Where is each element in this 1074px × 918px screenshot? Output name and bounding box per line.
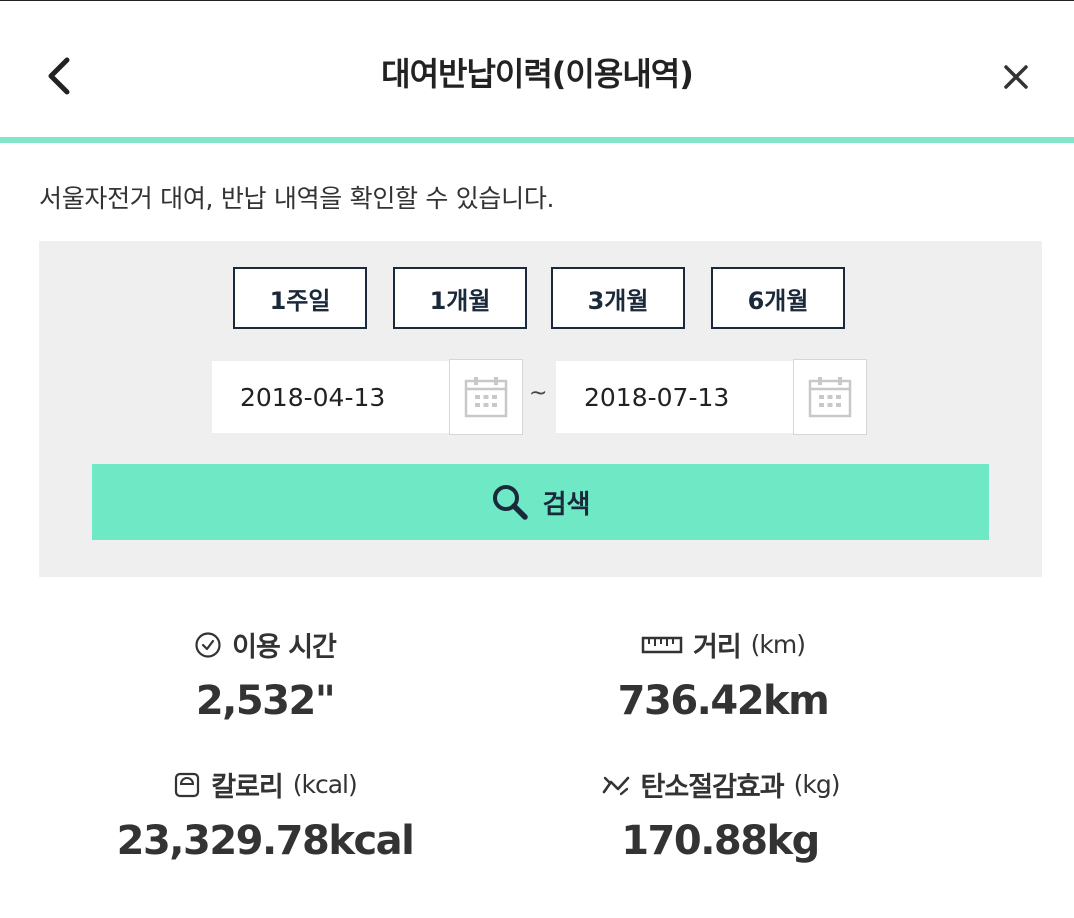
page-title: 대여반납이력(이용내역) [381, 55, 694, 93]
page-description: 서울자전거 대여, 반납 내역을 확인할 수 있습니다. [39, 184, 555, 213]
scale-icon [173, 771, 201, 799]
search-panel: 1주일 1개월 3개월 6개월 ~ [39, 241, 1042, 577]
ruler-icon [641, 634, 683, 656]
end-date-calendar-button[interactable] [793, 359, 867, 435]
usage-time-stat: 이용 시간 2,532" [45, 625, 485, 724]
search-button[interactable]: 검색 [92, 464, 989, 540]
period-6-months-button[interactable]: 6개월 [711, 267, 845, 329]
carbon-reduction-label: 탄소절감효과 [640, 772, 785, 803]
carbon-reduction-unit: (kg) [793, 770, 841, 799]
trend-icon [601, 772, 631, 798]
clock-icon [194, 631, 222, 659]
calories-unit: (kcal) [292, 770, 358, 799]
header-divider [0, 137, 1074, 143]
search-button-label: 검색 [542, 489, 591, 520]
usage-time-value: 2,532" [195, 678, 336, 724]
calendar-icon [808, 376, 852, 418]
usage-time-label: 이용 시간 [232, 632, 337, 663]
close-button[interactable] [988, 49, 1044, 105]
screen: 대여반납이력(이용내역) 서울자전거 대여, 반납 내역을 확인할 수 있습니다… [0, 0, 1074, 918]
distance-unit: (km) [750, 630, 806, 659]
start-date-calendar-button[interactable] [449, 359, 523, 435]
distance-label: 거리 [692, 632, 742, 663]
end-date-input[interactable] [556, 361, 794, 433]
distance-value: 736.42km [617, 678, 830, 724]
calendar-icon [464, 376, 508, 418]
calories-label: 칼로리 [211, 772, 284, 803]
period-1-week-button[interactable]: 1주일 [233, 267, 367, 329]
close-icon [1003, 64, 1029, 90]
period-1-month-button[interactable]: 1개월 [393, 267, 527, 329]
carbon-reduction-stat: 탄소절감효과 (kg) 170.88kg [500, 765, 940, 864]
header: 대여반납이력(이용내역) [0, 1, 1074, 143]
calories-value: 23,329.78kcal [116, 818, 415, 864]
date-range-separator: ~ [529, 381, 548, 406]
search-icon [491, 483, 529, 521]
chevron-left-icon [43, 56, 73, 96]
start-date-input[interactable] [212, 361, 450, 433]
calories-stat: 칼로리 (kcal) 23,329.78kcal [45, 765, 485, 864]
back-button[interactable] [30, 46, 86, 106]
carbon-reduction-value: 170.88kg [621, 818, 820, 864]
distance-stat: 거리 (km) 736.42km [503, 625, 943, 724]
period-3-months-button[interactable]: 3개월 [551, 267, 685, 329]
